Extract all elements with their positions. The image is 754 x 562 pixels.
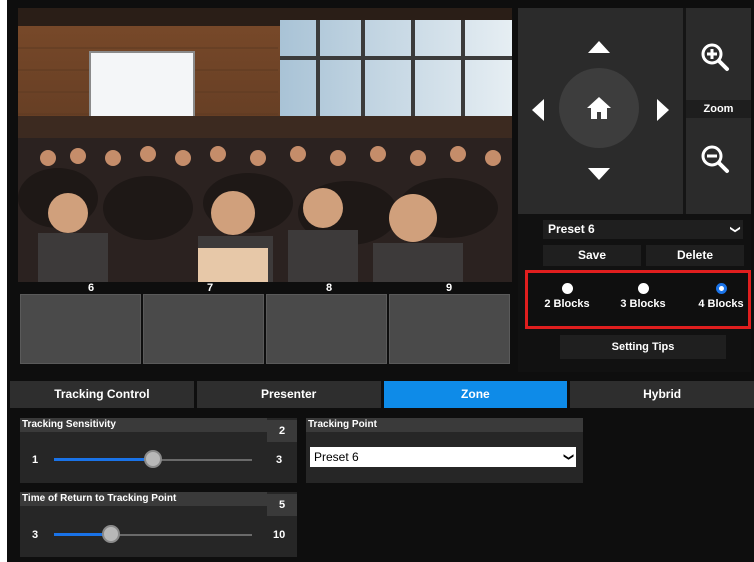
sensitivity-slider-fill	[54, 458, 153, 461]
tracking-point-select[interactable]: Preset 6 ❯	[310, 447, 576, 467]
preset-select[interactable]: Preset 6 ❯	[543, 220, 743, 239]
radio-label: 4 Blocks	[698, 298, 744, 310]
block-label: 6	[88, 282, 95, 294]
return-time-title: Time of Return to Tracking Point	[20, 492, 267, 506]
block-label: 7	[207, 282, 214, 294]
tracking-block-8[interactable]	[266, 294, 387, 364]
return-time-value: 5	[267, 494, 297, 516]
tab-presenter[interactable]: Presenter	[196, 381, 381, 408]
block-label: 9	[446, 282, 453, 294]
tab-hybrid[interactable]: Hybrid	[570, 381, 754, 408]
block-labels: 6 7 8 9	[18, 282, 512, 294]
block-label: 8	[326, 282, 333, 294]
zoom-in-icon[interactable]	[700, 42, 730, 72]
slider-max-label: 3	[276, 454, 283, 466]
conference-room-image	[18, 8, 512, 282]
tracking-blocks	[20, 294, 510, 364]
pan-right-arrow-icon[interactable]	[657, 99, 669, 121]
tracking-app: 6 7 8 9 Zoom Preset 6 ❯ Save Delete 2 Bl…	[7, 0, 754, 562]
radio-3-blocks[interactable]: 3 Blocks	[608, 283, 678, 310]
radio-button[interactable]	[561, 283, 573, 294]
radio-label: 3 Blocks	[620, 298, 666, 310]
setting-tips-button[interactable]: Setting Tips	[560, 335, 726, 359]
tracking-block-9[interactable]	[389, 294, 510, 364]
chevron-down-icon: ❯	[562, 452, 574, 462]
tracking-block-7[interactable]	[143, 294, 264, 364]
home-button[interactable]	[559, 68, 639, 148]
return-time-slider-thumb[interactable]	[101, 525, 120, 543]
zoom-out-icon[interactable]	[700, 144, 730, 174]
radio-button-checked[interactable]	[715, 283, 727, 294]
sensitivity-slider-thumb[interactable]	[144, 450, 162, 468]
radio-4-blocks[interactable]: 4 Blocks	[686, 283, 754, 310]
delete-button[interactable]: Delete	[646, 245, 744, 266]
tracking-block-6[interactable]	[20, 294, 141, 364]
save-button[interactable]: Save	[543, 245, 641, 266]
preset-select-value: Preset 6	[548, 222, 595, 236]
chevron-down-icon: ❯	[729, 225, 741, 234]
return-time-panel: Time of Return to Tracking Point 5 3 10	[20, 492, 297, 557]
ptz-control-panel: Zoom	[518, 8, 751, 214]
tracking-point-title: Tracking Point	[306, 418, 583, 432]
block-count-options: 2 Blocks 3 Blocks 4 Blocks	[525, 270, 751, 329]
tracking-sensitivity-title: Tracking Sensitivity	[20, 418, 267, 432]
pan-left-arrow-icon[interactable]	[532, 99, 544, 121]
camera-video-feed	[18, 8, 512, 282]
tracking-sensitivity-value: 2	[267, 420, 297, 442]
tracking-point-select-value: Preset 6	[314, 450, 359, 464]
zoom-label: Zoom	[686, 100, 751, 118]
tracking-point-panel: Tracking Point Preset 6 ❯	[306, 418, 583, 483]
radio-label: 2 Blocks	[544, 298, 590, 310]
tab-tracking-control[interactable]: Tracking Control	[10, 381, 194, 408]
tracking-sensitivity-panel: Tracking Sensitivity 2 1 3	[20, 418, 297, 483]
preset-panel: Preset 6 ❯ Save Delete 2 Blocks 3 Blocks…	[518, 214, 751, 372]
slider-min-label: 3	[32, 529, 39, 541]
pan-up-arrow-icon[interactable]	[588, 41, 610, 53]
mode-tabs: Tracking Control Presenter Zone Hybrid	[10, 381, 754, 408]
tab-zone[interactable]: Zone	[383, 381, 568, 408]
radio-button[interactable]	[637, 283, 649, 294]
slider-max-label: 10	[273, 529, 286, 541]
home-icon	[587, 97, 611, 119]
pan-down-arrow-icon[interactable]	[588, 168, 610, 180]
radio-2-blocks[interactable]: 2 Blocks	[532, 283, 602, 310]
slider-min-label: 1	[32, 454, 39, 466]
